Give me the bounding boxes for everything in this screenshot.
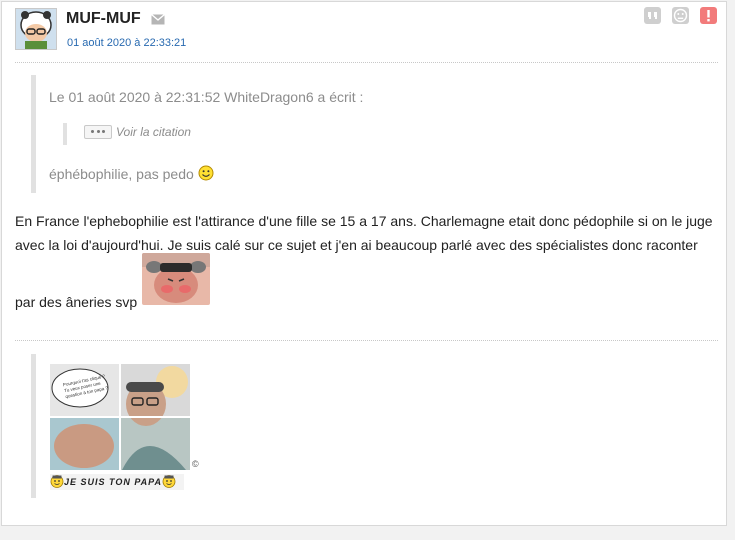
emoji-icon <box>50 475 64 488</box>
signature: Pourquoi t'as cliqué ? Tu veux poser une… <box>31 354 199 498</box>
blockquote: Le 01 août 2020 à 22:31:52 WhiteDragon6 … <box>31 75 436 193</box>
signature-divider <box>15 340 718 341</box>
post-date-link[interactable]: 01 août 2020 à 22:33:21 <box>67 37 186 49</box>
quote-text: éphébophilie, pas pedo <box>49 165 214 184</box>
forum-post: MUF-MUF 01 août 2020 à 22:33:21 Le 01 ao… <box>1 1 727 526</box>
quote-body: éphébophilie, pas pedo <box>49 166 194 182</box>
author-name[interactable]: MUF-MUF <box>66 10 141 28</box>
author-avatar[interactable] <box>15 8 57 50</box>
sticker-image[interactable] <box>142 253 210 305</box>
see-quote-link[interactable]: Voir la citation <box>116 125 191 139</box>
signature-image[interactable]: Pourquoi t'as cliqué ? Tu veux poser une… <box>50 364 190 470</box>
message-body: En France l'ephebophilie est l'attirance… <box>15 209 727 314</box>
envelope-icon[interactable] <box>151 12 165 30</box>
header-divider <box>15 62 718 63</box>
report-icon[interactable] <box>700 7 717 24</box>
signature-caption: JE SUIS TON PAPA <box>50 474 184 490</box>
smiley-icon <box>198 165 214 184</box>
nested-quote: Voir la citation <box>63 123 191 145</box>
message-text-end: par des âneries svp <box>15 294 138 310</box>
sad-face-icon[interactable] <box>672 7 689 24</box>
quote-icon[interactable] <box>644 7 661 24</box>
copyright-mark: © <box>192 459 199 469</box>
signature-caption-text: JE SUIS TON PAPA <box>64 477 163 487</box>
message-text: En France l'ephebophilie est l'attirance… <box>15 213 713 253</box>
expand-quote-button[interactable] <box>84 124 112 139</box>
quote-header: Le 01 août 2020 à 22:31:52 WhiteDragon6 … <box>49 89 364 105</box>
emoji-icon <box>162 475 176 488</box>
